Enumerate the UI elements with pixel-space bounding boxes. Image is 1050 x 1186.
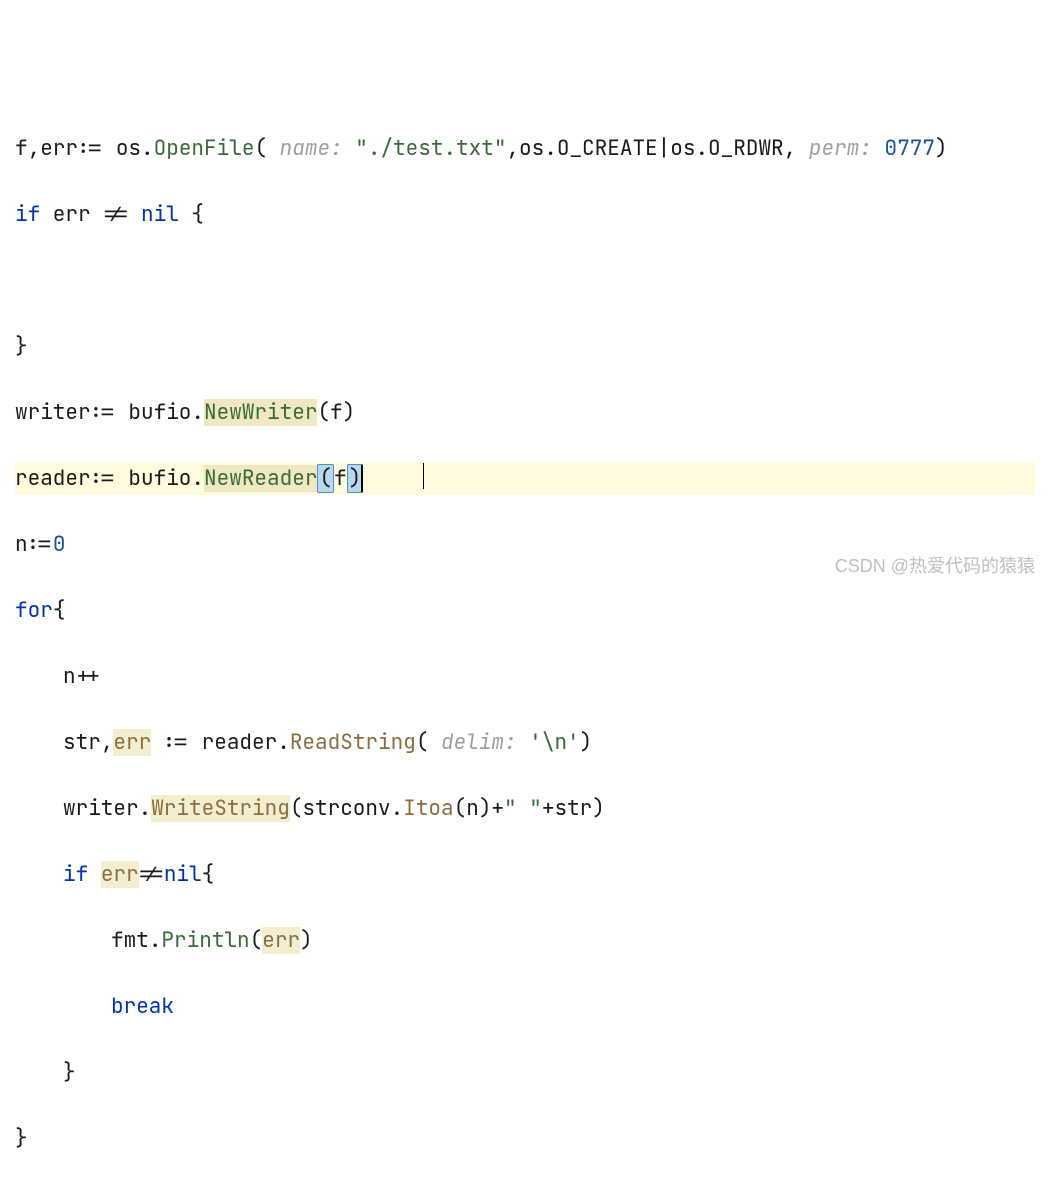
code-line-9[interactable]: n++ — [15, 660, 1035, 693]
code-line-16[interactable]: } — [15, 1122, 1035, 1155]
code-line-3[interactable] — [15, 264, 1035, 297]
code-line-5[interactable]: writer:= bufio.NewWriter(f) — [15, 396, 1035, 429]
code-line-6-active[interactable]: reader:= bufio.NewReader(f) — [15, 462, 1035, 495]
code-line-8[interactable]: for{ — [15, 594, 1035, 627]
code-line-11[interactable]: writer.WriteString(strconv.Itoa(n)+" "+s… — [15, 792, 1035, 825]
code-line-1[interactable]: f,err:= os.OpenFile( name: "./test.txt",… — [15, 132, 1035, 165]
text-cursor — [423, 463, 424, 489]
code-line-10[interactable]: str,err := reader.ReadString( delim: '\n… — [15, 726, 1035, 759]
code-line-15[interactable]: } — [15, 1056, 1035, 1089]
code-line-2[interactable]: if err != nil { — [15, 198, 1035, 231]
paren-close-match: ) — [347, 464, 364, 493]
paren-open-match: ( — [317, 464, 334, 493]
code-line-14[interactable]: break — [15, 990, 1035, 1023]
code-line-12[interactable]: if err!=nil{ — [15, 858, 1035, 891]
code-line-4[interactable]: } — [15, 330, 1035, 363]
code-line-13[interactable]: fmt.Println(err) — [15, 924, 1035, 957]
watermark-text: CSDN @热爱代码的猿猿 — [835, 550, 1035, 583]
